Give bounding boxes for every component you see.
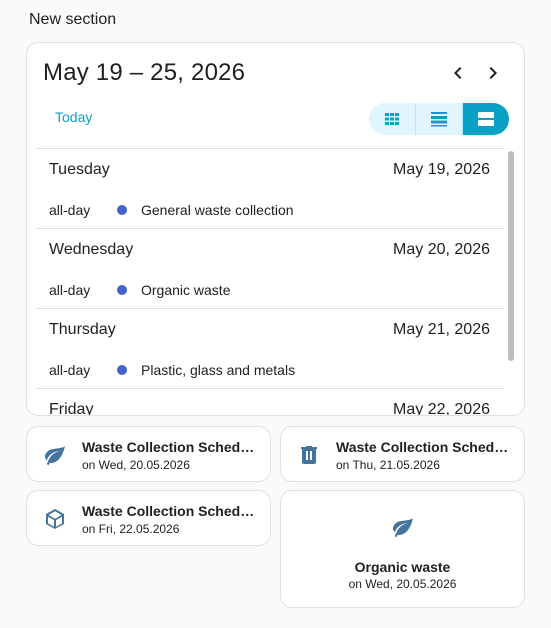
day-name: Thursday: [49, 321, 116, 338]
calendar-card: May 19 – 25, 2026 Today Tuesday May 19, …: [26, 42, 525, 416]
chevron-left-icon: [454, 67, 462, 79]
week-view-icon: [431, 112, 447, 127]
date-range-title: May 19 – 25, 2026: [43, 59, 246, 86]
day-row: Thursday May 21, 2026 all-day Plastic, g…: [35, 308, 504, 388]
day-date: May 21, 2026: [393, 321, 490, 338]
waste-tile-organic[interactable]: Waste Collection Schedule Organic waste …: [26, 426, 271, 482]
waste-tile-plastic[interactable]: Waste Collection Schedule Plastic, glass…: [26, 490, 271, 546]
leaf-icon: [43, 443, 67, 467]
section-title: New section: [29, 11, 117, 28]
leaf-icon: [391, 515, 415, 539]
week-view-button[interactable]: [416, 103, 463, 135]
event-title[interactable]: General waste collection: [141, 202, 294, 218]
event-title[interactable]: Plastic, glass and metals: [141, 362, 295, 378]
event-time: all-day: [49, 282, 91, 298]
day-name: Wednesday: [49, 241, 134, 258]
today-button[interactable]: Today: [47, 109, 100, 129]
event-time: all-day: [49, 202, 91, 218]
tile-date: on Wed, 20.05.2026: [348, 577, 457, 591]
event-time: all-day: [49, 362, 91, 378]
month-view-button[interactable]: [369, 103, 416, 135]
tile-name: Organic waste: [354, 559, 451, 575]
day-row: Wednesday May 20, 2026 all-day Organic w…: [35, 228, 504, 308]
view-toggle: [369, 103, 509, 135]
event-dot: [117, 285, 127, 295]
event-list: Tuesday May 19, 2026 all-day General was…: [35, 148, 504, 416]
tile-name: Waste Collection Schedule General waste …: [336, 439, 516, 455]
day-date: May 22, 2026: [393, 401, 490, 416]
trash-can-icon: [297, 443, 321, 467]
tile-name: Waste Collection Schedule Organic waste: [82, 439, 262, 455]
next-week-button[interactable]: [481, 61, 505, 85]
day-date: May 19, 2026: [393, 161, 490, 178]
organic-waste-tile[interactable]: Organic waste on Wed, 20.05.2026: [280, 490, 525, 608]
tile-date: on Thu, 21.05.2026: [336, 458, 440, 472]
waste-tile-general[interactable]: Waste Collection Schedule General waste …: [280, 426, 525, 482]
day-row: Tuesday May 19, 2026 all-day General was…: [35, 148, 504, 228]
day-date: May 20, 2026: [393, 241, 490, 258]
previous-week-button[interactable]: [446, 61, 470, 85]
chevron-right-icon: [489, 67, 497, 79]
list-view-button[interactable]: [463, 103, 509, 135]
grid-view-icon: [385, 113, 399, 125]
tile-date: on Wed, 20.05.2026: [82, 458, 190, 472]
event-dot: [117, 205, 127, 215]
tile-date: on Fri, 22.05.2026: [82, 522, 180, 536]
list-scrollbar[interactable]: [508, 151, 514, 361]
day-name: Friday: [49, 401, 94, 416]
day-name: Tuesday: [49, 161, 110, 178]
tile-name: Waste Collection Schedule Plastic, glass…: [82, 503, 262, 519]
day-row: Friday May 22, 2026: [35, 388, 504, 416]
package-icon: [43, 507, 67, 531]
event-title[interactable]: Organic waste: [141, 282, 230, 298]
event-dot: [117, 365, 127, 375]
list-view-icon: [478, 112, 494, 126]
